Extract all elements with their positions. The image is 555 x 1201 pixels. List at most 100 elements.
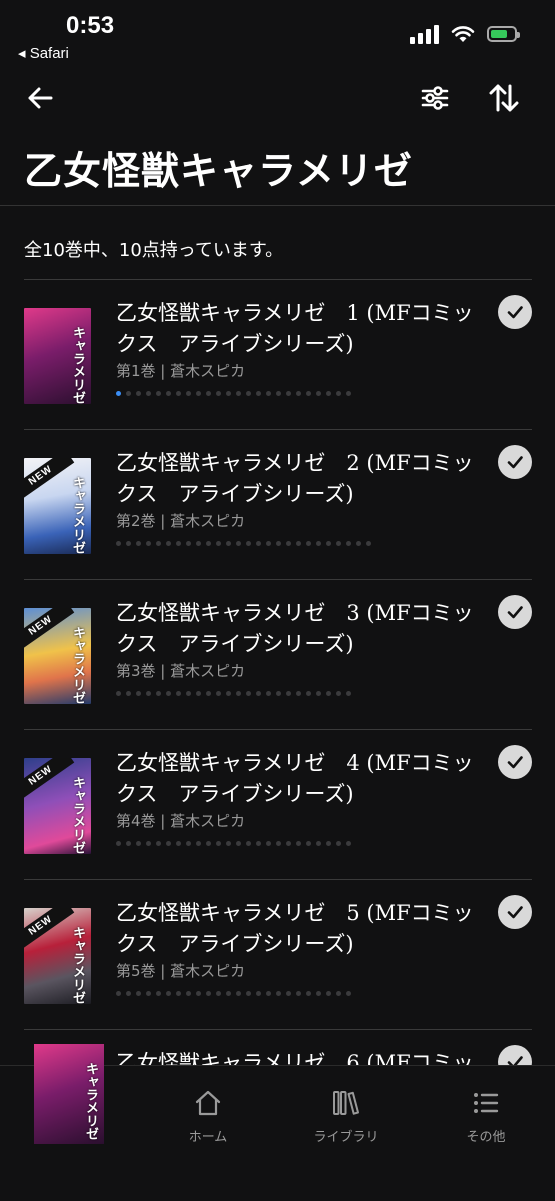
page-dot — [156, 991, 161, 996]
page-dot — [346, 541, 351, 546]
book-cover: キャラメリゼ — [24, 308, 91, 404]
tab-other[interactable]: その他 — [436, 1088, 536, 1145]
volume-meta: 第3巻 | 蒼木スピカ — [116, 662, 246, 680]
page-dot — [336, 691, 341, 696]
owned-check[interactable] — [498, 745, 532, 779]
page-dot — [156, 541, 161, 546]
sort-button[interactable] — [482, 76, 526, 120]
header-divider — [0, 205, 555, 206]
page-dot — [236, 991, 241, 996]
page-dot — [116, 691, 121, 696]
owned-check[interactable] — [498, 595, 532, 629]
page-dot — [296, 541, 301, 546]
page-dot — [226, 391, 231, 396]
page-dot — [316, 691, 321, 696]
volume-item[interactable]: NEW キャラメリゼ 乙女怪獣キャラメリゼ 5 (MFコミックス アライブシリー… — [0, 880, 555, 1030]
page-dot — [196, 841, 201, 846]
filter-button[interactable] — [413, 76, 457, 120]
page-dot — [136, 691, 141, 696]
page-dot — [206, 541, 211, 546]
page-dot — [326, 541, 331, 546]
volume-title: 乙女怪獣キャラメリゼ 5 (MFコミックス アライブシリーズ) — [116, 901, 474, 956]
page-dot — [206, 841, 211, 846]
owned-check[interactable] — [498, 895, 532, 929]
page-dot — [126, 991, 131, 996]
back-button[interactable] — [18, 76, 62, 120]
cover-title: キャラメリゼ — [70, 776, 85, 854]
page-dot — [256, 691, 261, 696]
page-dot — [266, 841, 271, 846]
page-dot — [286, 841, 291, 846]
page-dot — [236, 541, 241, 546]
page-dots — [116, 691, 351, 696]
page-dot — [246, 391, 251, 396]
filter-icon — [421, 86, 449, 110]
library-icon — [333, 1091, 359, 1115]
volume-item[interactable]: NEW キャラメリゼ 乙女怪獣キャラメリゼ 2 (MFコミックス アライブシリー… — [0, 430, 555, 580]
wifi-icon — [451, 26, 475, 42]
volume-item[interactable]: キャラメリゼ 乙女怪獣キャラメリゼ 1 (MFコミックス アライブシリーズ) 第… — [0, 280, 555, 430]
page-dot — [196, 991, 201, 996]
page-dot — [166, 691, 171, 696]
volume-meta: 第5巻 | 蒼木スピカ — [116, 962, 246, 980]
page-dot — [116, 841, 121, 846]
page-dot — [326, 991, 331, 996]
page-dot — [246, 541, 251, 546]
page-dot — [136, 391, 141, 396]
page-dot — [196, 541, 201, 546]
page-dots — [116, 841, 351, 846]
check-icon — [507, 606, 523, 619]
book-cover: NEW キャラメリゼ — [24, 758, 91, 854]
volume-item[interactable]: NEW キャラメリゼ 乙女怪獣キャラメリゼ 3 (MFコミックス アライブシリー… — [0, 580, 555, 730]
page-dot — [316, 541, 321, 546]
page-dot — [186, 541, 191, 546]
book-cover: NEW キャラメリゼ — [24, 608, 91, 704]
volume-meta: 第1巻 | 蒼木スピカ — [116, 362, 246, 380]
page-dot — [336, 991, 341, 996]
tab-home-label: ホーム — [188, 1130, 228, 1145]
page-title: 乙女怪獣キャラメリゼ — [24, 148, 413, 193]
status-time: 0:53 — [66, 12, 115, 39]
page-dot — [326, 841, 331, 846]
page-dot — [166, 391, 171, 396]
page-dot — [286, 691, 291, 696]
volume-title: 乙女怪獣キャラメリゼ 2 (MFコミックス アライブシリーズ) — [116, 451, 474, 506]
page-dot — [236, 841, 241, 846]
page-dot — [116, 391, 121, 396]
page-dot — [186, 391, 191, 396]
volume-item[interactable]: NEW キャラメリゼ 乙女怪獣キャラメリゼ 4 (MFコミックス アライブシリー… — [0, 730, 555, 880]
new-badge: NEW — [24, 908, 75, 953]
page-dot — [286, 991, 291, 996]
status-bar: 0:53 ◂ Safari — [0, 0, 555, 70]
page-dot — [256, 541, 261, 546]
page-dot — [286, 541, 291, 546]
back-to-safari-link[interactable]: ◂ Safari — [18, 44, 69, 62]
page-dot — [236, 691, 241, 696]
page-dot — [346, 991, 351, 996]
page-dot — [156, 691, 161, 696]
volume-title: 乙女怪獣キャラメリゼ 4 (MFコミックス アライブシリーズ) — [116, 751, 474, 806]
status-icons — [410, 24, 520, 44]
page-dot — [326, 691, 331, 696]
check-icon — [507, 306, 523, 319]
mini-cover-title: キャラメリゼ — [83, 1062, 98, 1140]
page-dot — [196, 391, 201, 396]
page-dot — [296, 391, 301, 396]
cover-title: キャラメリゼ — [70, 626, 85, 704]
cellular-signal-icon — [410, 24, 439, 44]
owned-check[interactable] — [498, 295, 532, 329]
tab-library[interactable]: ライブラリ — [296, 1088, 396, 1145]
page-dot — [276, 991, 281, 996]
now-reading-cover[interactable]: キャラメリゼ — [34, 1044, 104, 1144]
tab-home[interactable]: ホーム — [158, 1088, 258, 1145]
owned-check[interactable] — [498, 445, 532, 479]
page-dot — [306, 541, 311, 546]
page-dot — [306, 841, 311, 846]
page-dot — [336, 541, 341, 546]
page-dot — [236, 391, 241, 396]
page-dot — [156, 841, 161, 846]
page-dot — [186, 841, 191, 846]
page-dot — [296, 841, 301, 846]
page-dot — [336, 841, 341, 846]
cover-title: キャラメリゼ — [70, 326, 85, 404]
